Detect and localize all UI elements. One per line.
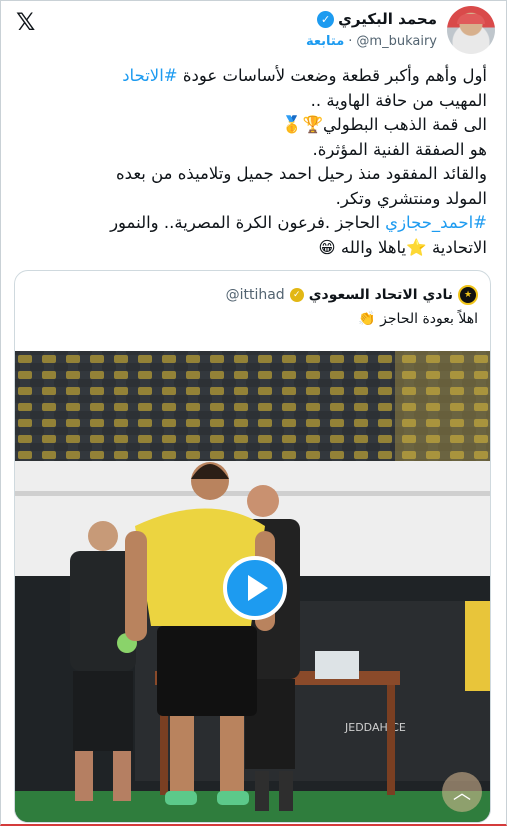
verified-badge-icon: ✓ [317, 10, 335, 28]
tweet-line: والقائد المفقود منذ رحيل احمد جميل وتلام… [116, 164, 487, 183]
author-handle[interactable]: @m_bukairy [356, 34, 437, 49]
tweet-line: المهيب من حافة الهاوية .. [310, 90, 487, 110]
follow-button[interactable]: متابعة [306, 34, 344, 49]
author-avatar[interactable] [447, 6, 495, 54]
quoted-tweet[interactable]: ★ نادي الاتحاد السعودي ✓ @ittihad اهلاً … [14, 270, 491, 823]
svg-text:JEDDAH CE: JEDDAH CE [344, 721, 406, 734]
hashtag-hegazy-link[interactable]: #احمد_حجازي [385, 213, 487, 232]
quoted-tweet-text: اهلاً بعودة الحاجز 👏 [358, 311, 478, 327]
tweet-header: محمد البكيري ✓ @m_bukairy · متابعة 𝕏 [12, 6, 495, 56]
x-logo-icon[interactable]: 𝕏 [16, 8, 35, 36]
tweet-line: #احمد_حجازي الحاجز .فرعون الكرة المصرية.… [110, 213, 487, 232]
club-avatar[interactable]: ★ [458, 285, 478, 305]
quoted-author-handle[interactable]: @ittihad [226, 287, 285, 303]
hashtag-ittihad-link[interactable]: #الاتحاد [122, 66, 177, 85]
video-thumbnail[interactable]: JEDDAH CE ︿ [15, 351, 490, 822]
tweet-line: أول وأهم وأكبر قطعة وضعت لأساسات عودة #ا… [122, 66, 487, 85]
chevron-up-icon[interactable]: ︿ [442, 772, 482, 812]
tweet-text: أول وأهم وأكبر قطعة وضعت لأساسات عودة #ا… [14, 64, 487, 260]
tweet-line: المولد ومنتشري وتكر. [335, 188, 487, 208]
gold-verified-badge-icon: ✓ [289, 288, 304, 302]
author-info: محمد البكيري ✓ @m_bukairy · متابعة [306, 10, 437, 49]
play-button[interactable] [223, 556, 287, 620]
tweet-line: هو الصفقة الفنية المؤثرة. [312, 139, 487, 159]
play-icon [248, 575, 268, 601]
tweet-line: الى قمة الذهب البطولي🏆🥇 [281, 115, 487, 134]
author-name[interactable]: محمد البكيري [338, 10, 437, 28]
tweet-line: الاتحادية ⭐ياهلا والله 😁 [318, 237, 487, 257]
quoted-author-name[interactable]: نادي الاتحاد السعودي [309, 287, 453, 303]
quoted-tweet-header: ★ نادي الاتحاد السعودي ✓ @ittihad [226, 285, 478, 305]
separator-dot: · [348, 34, 353, 49]
